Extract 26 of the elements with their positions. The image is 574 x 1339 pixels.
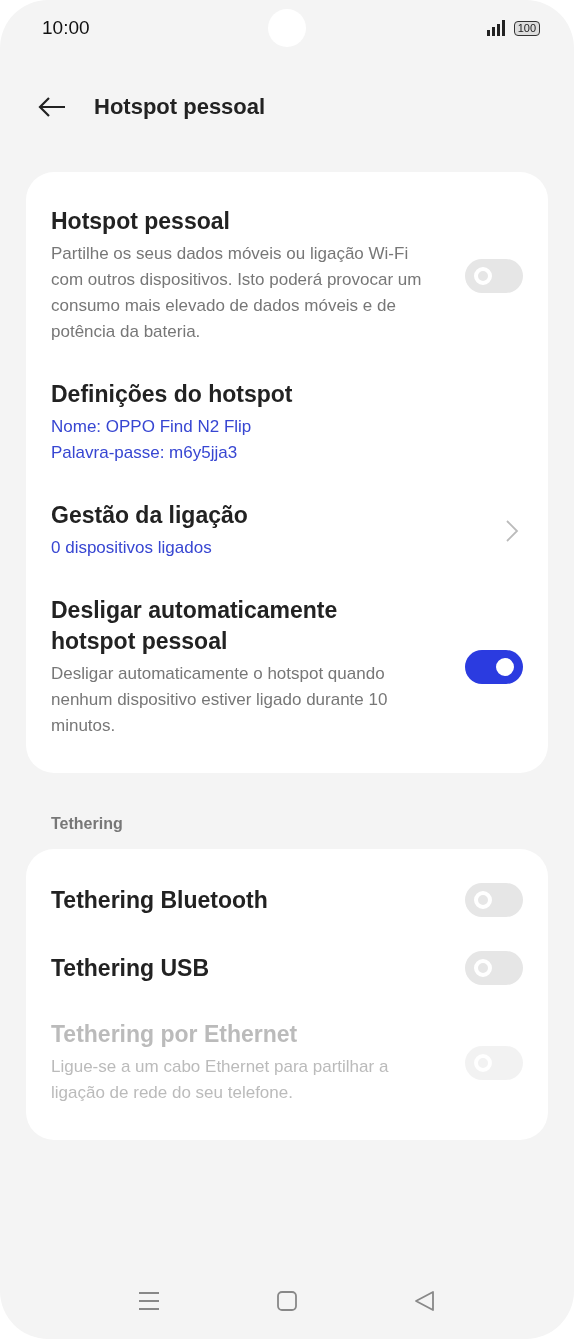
setting-description: Desligar automaticamente o hotspot quando nenhum dispositivo estiver ligado durante 10 minutos. <box>51 663 389 737</box>
status-time: 10:00 <box>42 17 90 39</box>
setting-title: Desligar automaticamente hotspot pessoal <box>51 596 339 656</box>
page-title: Hotspot pessoal <box>94 94 266 120</box>
setting-title: Tethering Bluetooth <box>51 885 268 915</box>
setting-title: Definições do hotspot <box>51 380 293 409</box>
chevron-icon[interactable] <box>505 518 519 543</box>
menu-icon[interactable] <box>138 1291 160 1311</box>
signal-icon <box>486 20 506 36</box>
back-icon[interactable] <box>37 96 67 118</box>
setting-title: Hotspot pessoal <box>51 207 230 236</box>
toggle-switch[interactable] <box>465 650 523 684</box>
setting-title: Gestão da ligação <box>51 501 248 530</box>
toggle-switch[interactable] <box>465 883 523 917</box>
home-icon[interactable] <box>276 1290 298 1312</box>
setting-description: Partilhe os seus dados móveis ou ligação Wi-Fi com outros dispositivos. Isto poderá provocar um consumo mais elevado de dados móveis e de potência da bateria. <box>51 243 423 343</box>
toggle-switch[interactable] <box>465 951 523 985</box>
setting-detail: 0 dispositivos ligados <box>51 537 212 559</box>
section-label: Tethering <box>50 814 124 834</box>
battery-indicator: 100 <box>513 20 540 36</box>
setting-detail: Nome: OPPO Find N2 Flip <box>51 416 252 438</box>
setting-title: Tethering por Ethernet <box>51 1020 298 1049</box>
setting-detail: Palavra-passe: m6y5jja3 <box>51 442 238 464</box>
setting-title: Tethering USB <box>51 953 210 983</box>
toggle-switch[interactable] <box>465 258 523 293</box>
setting-description: Ligue-se a um cabo Ethernet para partilhar a ligação de rede do seu telefone. <box>51 1056 390 1104</box>
